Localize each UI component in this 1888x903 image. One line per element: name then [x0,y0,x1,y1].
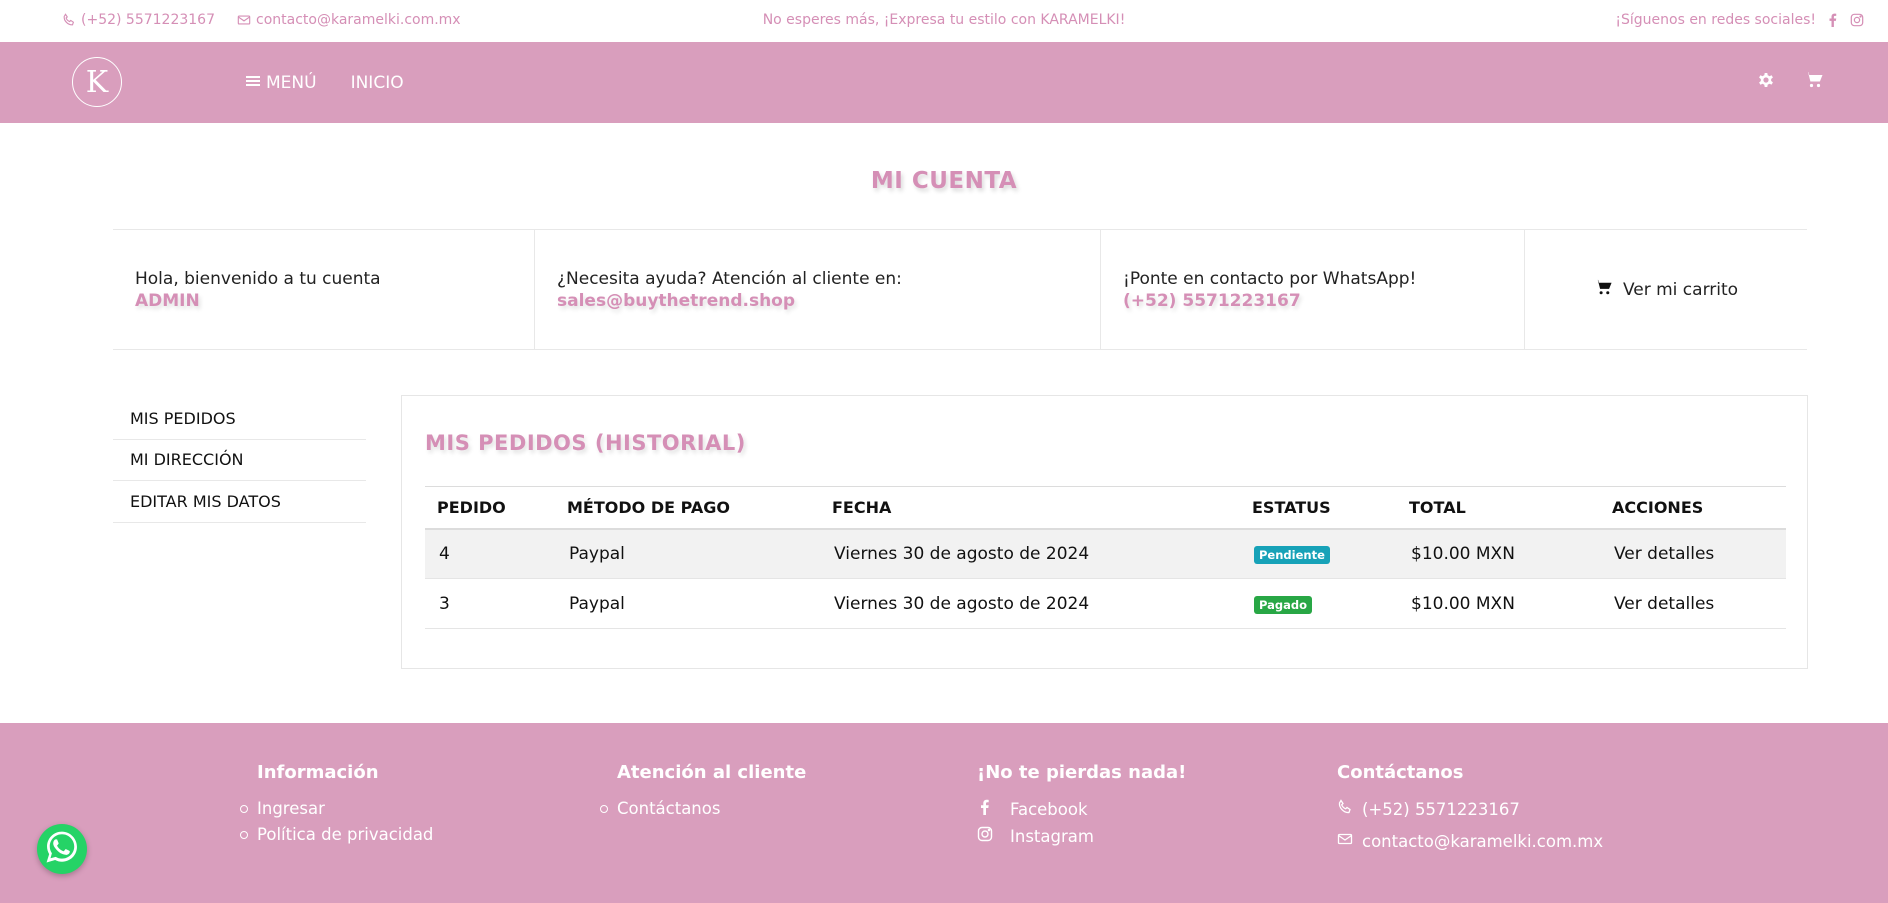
status-badge: Pendiente [1254,545,1330,564]
cart-icon[interactable] [1804,70,1824,90]
view-details-link[interactable]: Ver detalles [1600,528,1786,579]
instagram-label: Instagram [1010,826,1094,846]
table-row: 3 Paypal Viernes 30 de agosto de 2024 Pa… [425,578,1786,629]
footer-phone[interactable]: (+52) 5571223167 [1337,799,1603,819]
whatsapp-cell: ¡Ponte en contacto por WhatsApp! (+52) 5… [1101,230,1525,349]
welcome-cell: Hola, bienvenido a tu cuenta ADMIN [113,230,535,349]
footer-link-contact[interactable]: Contáctanos [617,799,806,818]
footer-support-column: Atención al cliente Contáctanos [617,762,806,825]
column-header: PEDIDO [425,486,555,530]
menu-label: MENÚ [266,73,317,93]
footer-email-text: contacto@karamelki.com.mx [1362,831,1604,851]
footer-support-title: Atención al cliente [617,762,807,783]
whatsapp-phone-link[interactable]: (+52) 5571223167 [1123,291,1502,311]
username: ADMIN [135,290,200,311]
topbar-phone[interactable]: (+52) 5571223167 [62,12,215,28]
help-email-link[interactable]: sales@buythetrend.shop [557,291,1078,311]
site-footer: Información Ingresar Política de privaci… [0,723,1888,903]
cart-icon [1594,278,1613,302]
footer-social-title: ¡No te pierdas nada! [977,762,1187,783]
welcome-text: Hola, bienvenido a tu cuenta [135,268,381,289]
whatsapp-icon [43,828,81,870]
gear-icon[interactable] [1756,70,1776,90]
facebook-icon [977,799,993,819]
sidebar-item-address[interactable]: MI DIRECCIÓN [113,440,366,481]
footer-email[interactable]: contacto@karamelki.com.mx [1337,831,1603,851]
topbar-phone-text: (+52) 5571223167 [81,12,215,28]
table-row: 4 Paypal Viernes 30 de agosto de 2024 Pe… [425,528,1786,579]
order-id: 4 [425,528,555,579]
orders-table: PEDIDO MÉTODO DE PAGO FECHA ESTATUS TOTA… [425,486,1786,629]
column-header: FECHA [820,486,1240,530]
footer-link-login[interactable]: Ingresar [257,799,433,818]
envelope-icon [1337,831,1353,851]
facebook-icon[interactable] [1826,13,1840,27]
orders-panel: MIS PEDIDOS (HISTORIAL) PEDIDO MÉTODO DE… [401,395,1808,669]
order-date: Viernes 30 de agosto de 2024 [820,528,1240,579]
footer-instagram-link[interactable]: Instagram [977,826,1186,846]
column-header: ACCIONES [1600,486,1786,530]
phone-icon [1337,799,1353,819]
whatsapp-text: ¡Ponte en contacto por WhatsApp! [1123,268,1417,289]
instagram-icon[interactable] [1850,13,1864,27]
instagram-icon [977,826,993,846]
order-date: Viernes 30 de agosto de 2024 [820,578,1240,629]
view-details-link[interactable]: Ver detalles [1600,578,1786,629]
topbar-email-text: contacto@karamelki.com.mx [256,12,461,28]
main-navbar: K MENÚ INICIO [0,42,1888,123]
footer-info-title: Información [257,762,379,783]
logo-letter: K [85,64,109,100]
help-text: ¿Necesita ayuda? Atención al cliente en: [557,268,902,289]
status-badge: Pagado [1254,595,1313,614]
table-header-row: PEDIDO MÉTODO DE PAGO FECHA ESTATUS TOTA… [425,486,1786,530]
social-label: ¡Síguenos en redes sociales! [1615,12,1816,28]
payment-method: Paypal [555,528,820,579]
order-total: $10.00 MXN [1397,528,1600,579]
sidebar-item-orders[interactable]: MIS PEDIDOS [113,398,366,440]
hamburger-icon [246,73,260,93]
view-cart-link[interactable]: Ver mi carrito [1525,230,1807,349]
sidebar-item-edit-data[interactable]: EDITAR MIS DATOS [113,481,366,523]
brand-logo[interactable]: K [72,57,122,107]
order-status-cell: Pagado [1240,578,1397,629]
envelope-icon [237,13,251,27]
order-total: $10.00 MXN [1397,578,1600,629]
view-cart-label: Ver mi carrito [1622,279,1739,300]
footer-link-privacy[interactable]: Política de privacidad [257,825,433,844]
footer-phone-text: (+52) 5571223167 [1362,799,1520,819]
footer-info-column: Información Ingresar Política de privaci… [257,762,433,851]
footer-contact-title: Contáctanos [1337,762,1464,783]
facebook-label: Facebook [1010,799,1088,819]
payment-method: Paypal [555,578,820,629]
order-status-cell: Pendiente [1240,528,1397,579]
promo-text: No esperes más, ¡Expresa tu estilo con K… [762,12,1126,28]
column-header: TOTAL [1397,486,1600,530]
footer-contact-column: Contáctanos (+52) 5571223167 contacto@ka… [1337,762,1603,858]
nav-home-link[interactable]: INICIO [351,73,404,93]
column-header: ESTATUS [1240,486,1397,530]
top-bar: (+52) 5571223167 contacto@karamelki.com.… [0,0,1888,42]
menu-button[interactable]: MENÚ [246,73,317,93]
help-cell: ¿Necesita ayuda? Atención al cliente en:… [535,230,1101,349]
account-sidebar: MIS PEDIDOS MI DIRECCIÓN EDITAR MIS DATO… [113,398,366,523]
phone-icon [62,13,76,27]
page-title: MI CUENTA [870,168,1018,194]
orders-title: MIS PEDIDOS (HISTORIAL) [425,431,746,455]
order-id: 3 [425,578,555,629]
topbar-email[interactable]: contacto@karamelki.com.mx [237,12,461,28]
whatsapp-button[interactable] [37,824,87,874]
column-header: MÉTODO DE PAGO [555,486,820,530]
footer-facebook-link[interactable]: Facebook [977,799,1186,819]
account-info-strip: Hola, bienvenido a tu cuenta ADMIN ¿Nece… [113,229,1807,350]
footer-social-column: ¡No te pierdas nada! Facebook Instagram [977,762,1186,853]
